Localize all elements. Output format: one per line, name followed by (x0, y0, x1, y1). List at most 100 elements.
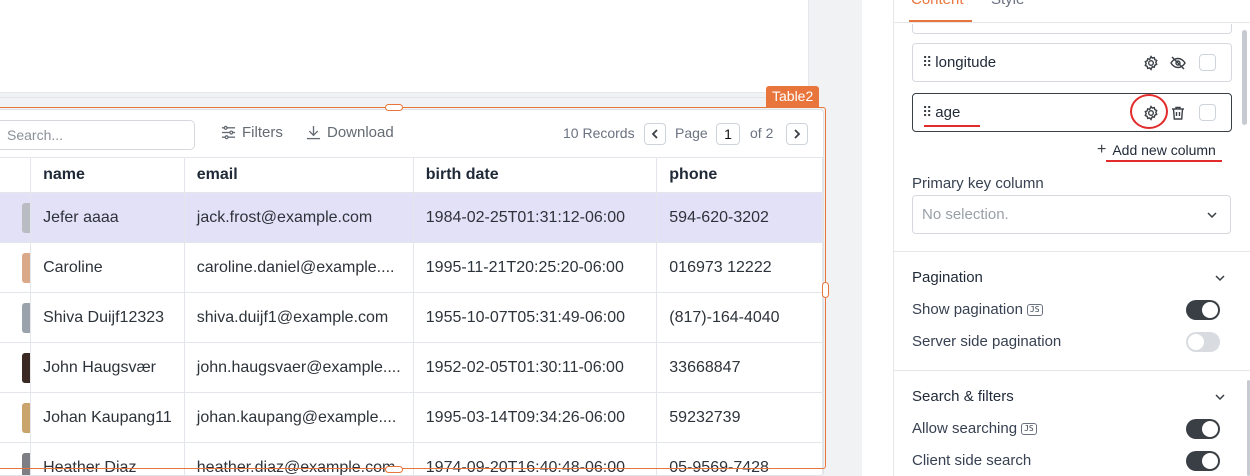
js-badge[interactable]: JS (1026, 304, 1043, 316)
allow-searching-toggle[interactable] (1186, 419, 1220, 439)
resize-handle-top[interactable] (385, 104, 403, 111)
row-avatar (0, 392, 32, 443)
table-row[interactable]: Caroline caroline.daniel@example.... 199… (0, 242, 823, 293)
column-label: age (935, 104, 961, 121)
cell-email[interactable]: john.haugsvaer@example.... (183, 342, 414, 393)
chevron-down-icon[interactable] (1214, 272, 1226, 284)
table-toolbar: Search... Filters Download 10 Records Pa… (0, 110, 823, 157)
row-avatar (0, 292, 32, 343)
plus-icon: + (1097, 141, 1107, 158)
download-icon (306, 125, 321, 140)
prev-page-button[interactable] (644, 123, 666, 145)
download-button[interactable]: Download (306, 124, 394, 141)
panel-tabs: Content Style (894, 0, 1250, 23)
cell-birth-date[interactable]: 1984-02-25T01:31:12-06:00 (412, 192, 658, 243)
chevron-down-icon[interactable] (1214, 391, 1226, 403)
header-birth-date[interactable]: birth date (412, 157, 658, 193)
table-search-input[interactable]: Search... (0, 120, 195, 150)
cell-phone[interactable]: (817)-164-4040 (656, 292, 823, 343)
row-avatar (0, 442, 32, 475)
show-pagination-toggle[interactable] (1186, 300, 1220, 320)
cell-birth-date[interactable]: 1974-09-20T16:40:48-06:00 (412, 442, 658, 475)
cell-name[interactable]: Heather Diaz (30, 442, 185, 475)
cell-phone[interactable]: 33668847 (656, 342, 823, 393)
resize-handle-right[interactable] (822, 282, 829, 298)
search-filters-section-title[interactable]: Search & filters (912, 388, 1014, 405)
cell-name[interactable]: Shiva Duijf12323 (30, 292, 185, 343)
cell-birth-date[interactable]: 1995-11-21T20:25:20-06:00 (412, 242, 658, 293)
header-phone[interactable]: phone (656, 157, 823, 193)
cell-phone[interactable]: 59232739 (656, 392, 823, 443)
eye-off-icon[interactable] (1170, 55, 1186, 71)
cell-birth-date[interactable]: 1952-02-05T01:30:11-06:00 (412, 342, 658, 393)
cell-email[interactable]: caroline.daniel@example.... (183, 242, 414, 293)
primary-key-label: Primary key column (912, 175, 1044, 192)
table-row[interactable]: Heather Diaz heather.diaz@example.com 19… (0, 442, 823, 475)
annotation-underline-add (1106, 160, 1222, 162)
toggle-knob (1202, 421, 1218, 437)
gear-icon[interactable] (1143, 55, 1159, 71)
cell-email[interactable]: jack.frost@example.com (183, 192, 414, 243)
cell-phone[interactable]: 05-9569-7428 (656, 442, 823, 475)
cell-email[interactable]: shiva.duijf1@example.com (183, 292, 414, 343)
section-divider (894, 251, 1250, 252)
table-header-row: name email birth date phone (0, 157, 823, 193)
tab-content[interactable]: Content (911, 0, 964, 8)
header-email[interactable]: email (183, 157, 414, 193)
js-badge[interactable]: JS (1021, 423, 1037, 435)
table-row[interactable]: Jefer aaaa jack.frost@example.com 1984-0… (0, 192, 823, 243)
column-visible-checkbox[interactable] (1199, 104, 1216, 121)
table-row[interactable]: John Haugsvær john.haugsvaer@example....… (0, 342, 823, 393)
next-page-button[interactable] (786, 123, 808, 145)
trash-icon[interactable] (1170, 105, 1186, 121)
header-name[interactable]: name (30, 157, 185, 193)
cell-phone[interactable]: 016973 12222 (656, 242, 823, 293)
filters-button[interactable]: Filters (221, 124, 283, 141)
cell-email[interactable]: johan.kaupang@example.... (183, 392, 414, 443)
properties-panel: Content Style ⠿ longitude ⠿ age + Add ne… (893, 0, 1250, 476)
add-new-column-button[interactable]: + Add new column (1097, 141, 1216, 159)
download-label: Download (327, 124, 394, 141)
cell-email[interactable]: heather.diaz@example.com (183, 442, 414, 475)
row-avatar (0, 242, 32, 293)
cell-name[interactable]: Jefer aaaa (30, 192, 185, 243)
resize-handle-bottom[interactable] (385, 466, 403, 473)
section-divider (894, 370, 1250, 371)
cell-name[interactable]: Johan Kaupang11 (30, 392, 185, 443)
canvas: Search... Filters Download 10 Records Pa… (0, 0, 862, 476)
cell-phone[interactable]: 594-620-3202 (656, 192, 823, 243)
table-row[interactable]: Johan Kaupang11 johan.kaupang@example...… (0, 392, 823, 443)
server-side-pagination-toggle[interactable] (1186, 332, 1220, 352)
client-side-search-toggle[interactable] (1186, 451, 1220, 471)
show-pagination-label: Show pagination JS (912, 301, 1043, 318)
column-visible-checkbox[interactable] (1199, 54, 1216, 71)
allow-searching-label: Allow searching JS (912, 420, 1037, 437)
cell-name[interactable]: Caroline (30, 242, 185, 293)
toggle-knob (1188, 334, 1204, 350)
drag-handle-icon[interactable]: ⠿ (922, 54, 932, 71)
widget-name-label[interactable]: Table2 (766, 86, 820, 107)
active-tab-indicator (909, 20, 972, 22)
panel-scrollbar[interactable] (1242, 30, 1247, 125)
annotation-circle (1130, 94, 1168, 129)
table-widget[interactable]: Search... Filters Download 10 Records Pa… (0, 109, 824, 476)
drag-handle-icon[interactable]: ⠿ (922, 104, 932, 121)
primary-key-select[interactable]: No selection. (912, 195, 1231, 234)
pagination-section-title[interactable]: Pagination (912, 269, 983, 286)
page-number-input[interactable]: 1 (716, 123, 740, 145)
primary-key-value: No selection. (922, 206, 1009, 223)
add-column-label: Add new column (1112, 142, 1216, 158)
cell-birth-date[interactable]: 1995-03-14T09:34:26-06:00 (412, 392, 658, 443)
table-row[interactable]: Shiva Duijf12323 shiva.duijf1@example.co… (0, 292, 823, 343)
filters-icon (221, 125, 236, 140)
toggle-knob (1202, 302, 1218, 318)
cell-birth-date[interactable]: 1955-10-07T05:31:49-06:00 (412, 292, 658, 343)
chevron-right-icon (794, 129, 801, 139)
column-item-longitude[interactable]: ⠿ longitude (912, 43, 1232, 82)
cell-name[interactable]: John Haugsvær (30, 342, 185, 393)
filters-label: Filters (242, 124, 283, 141)
page-label: Page (675, 125, 708, 141)
tab-style[interactable]: Style (991, 0, 1024, 8)
toggle-knob (1202, 453, 1218, 469)
row-avatar (0, 342, 32, 393)
